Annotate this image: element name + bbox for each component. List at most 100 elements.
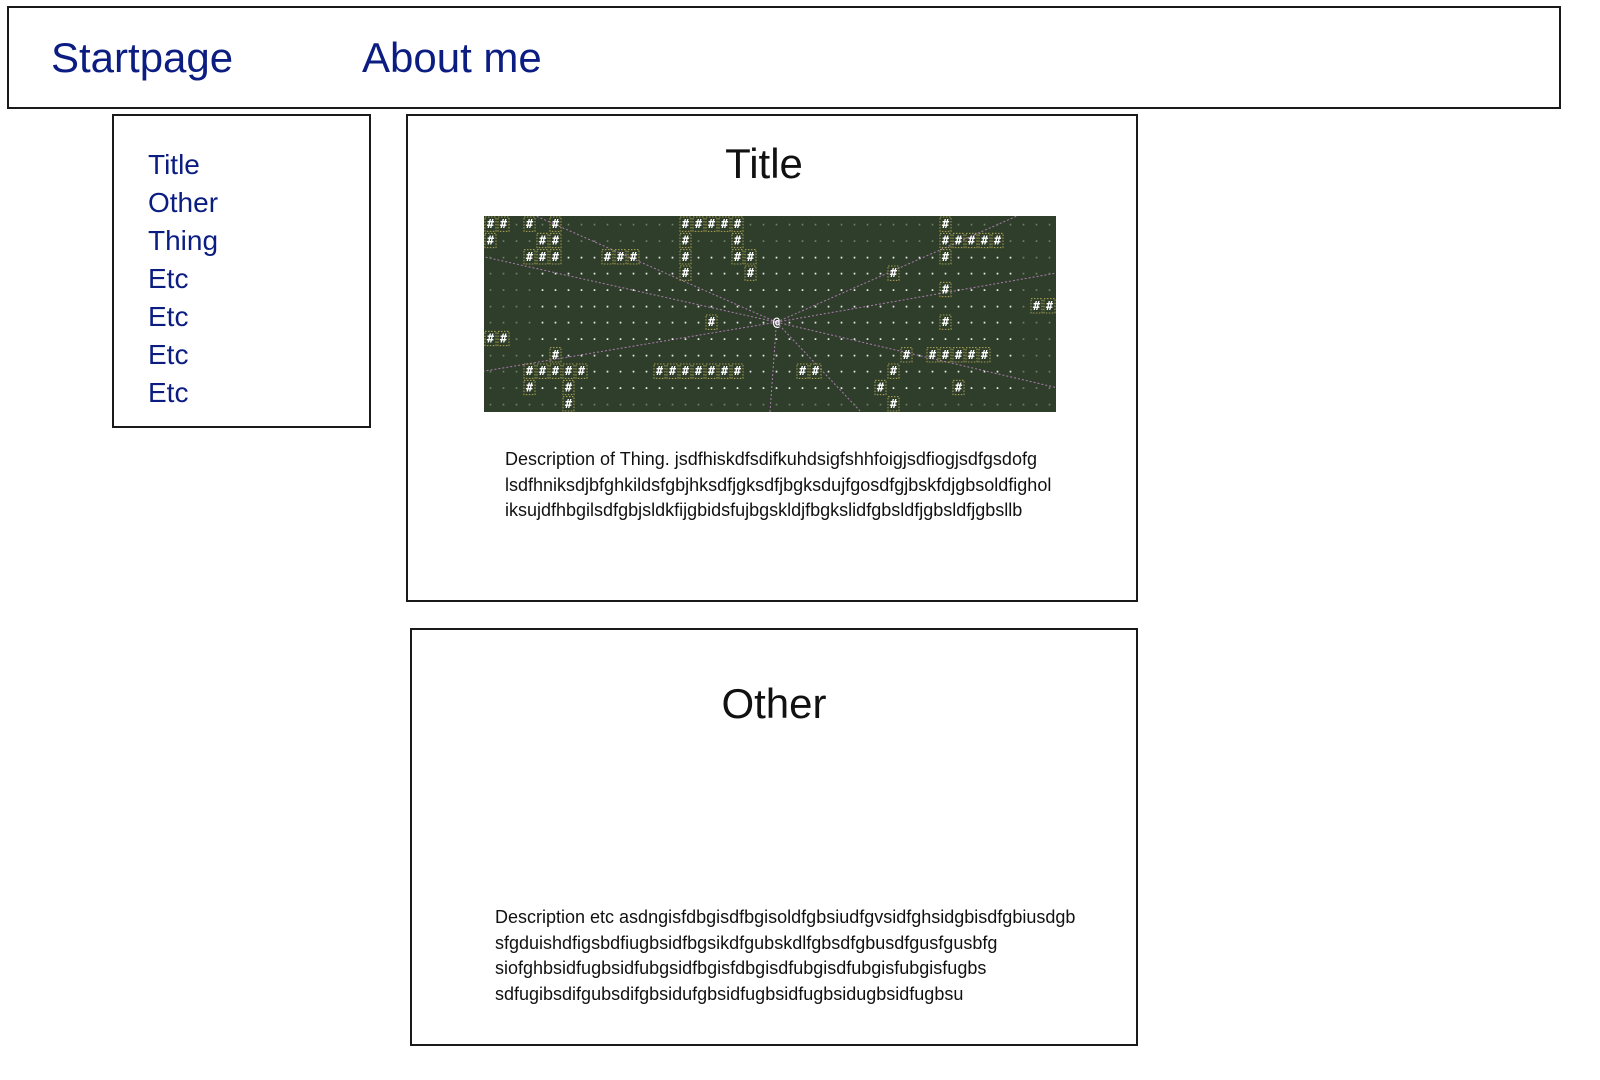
floor-tile: ·	[656, 384, 662, 395]
floor-tile: ·	[825, 367, 831, 378]
floor-tile: ·	[578, 351, 584, 362]
floor-tile: ·	[565, 269, 571, 280]
floor-tile: ·	[643, 367, 649, 378]
floor-tile: ·	[630, 220, 636, 231]
floor-tile: ·	[968, 286, 974, 297]
floor-tile: ·	[903, 367, 909, 378]
floor-tile: ·	[656, 351, 662, 362]
sidebar-item-etc[interactable]: Etc	[148, 298, 218, 336]
floor-tile: ·	[825, 400, 831, 411]
wall-tile: #	[526, 381, 534, 395]
wall-tile: #	[890, 266, 898, 280]
floor-tile: ·	[682, 384, 688, 395]
floor-tile: ·	[799, 400, 805, 411]
floor-tile: ·	[526, 237, 532, 248]
floor-tile: ·	[669, 253, 675, 264]
floor-tile: ·	[812, 400, 818, 411]
floor-tile: ·	[513, 335, 519, 346]
floor-tile: ·	[877, 335, 883, 346]
wall-tile: #	[721, 217, 729, 231]
floor-tile: ·	[721, 302, 727, 313]
wall-tile: #	[565, 397, 573, 411]
floor-tile: ·	[877, 318, 883, 329]
floor-tile: ·	[1007, 220, 1013, 231]
floor-tile: ·	[1046, 286, 1052, 297]
floor-tile: ·	[565, 302, 571, 313]
floor-tile: ·	[903, 286, 909, 297]
wall-tile: #	[682, 364, 690, 378]
sidebar-item-etc[interactable]: Etc	[148, 336, 218, 374]
floor-tile: ·	[708, 400, 714, 411]
floor-tile: ·	[669, 286, 675, 297]
floor-tile: ·	[552, 384, 558, 395]
floor-tile: ·	[890, 302, 896, 313]
floor-tile: ·	[929, 286, 935, 297]
floor-tile: ·	[565, 318, 571, 329]
floor-tile: ·	[487, 351, 493, 362]
floor-tile: ·	[734, 400, 740, 411]
floor-tile: ·	[630, 318, 636, 329]
floor-tile: ·	[682, 351, 688, 362]
floor-tile: ·	[513, 367, 519, 378]
floor-tile: ·	[916, 286, 922, 297]
wall-tile: #	[955, 234, 963, 248]
wall-tile: #	[526, 364, 534, 378]
floor-tile: ·	[487, 384, 493, 395]
floor-tile: ·	[1007, 335, 1013, 346]
floor-tile: ·	[825, 384, 831, 395]
floor-tile: ·	[539, 318, 545, 329]
floor-tile: ·	[734, 335, 740, 346]
nav-link-about-me[interactable]: About me	[362, 36, 542, 80]
floor-tile: ·	[500, 253, 506, 264]
floor-tile: ·	[539, 384, 545, 395]
floor-tile: ·	[1033, 367, 1039, 378]
floor-tile: ·	[617, 367, 623, 378]
floor-tile: ·	[786, 286, 792, 297]
floor-tile: ·	[708, 302, 714, 313]
wall-tile: #	[812, 364, 820, 378]
floor-tile: ·	[1046, 335, 1052, 346]
floor-tile: ·	[851, 351, 857, 362]
player-glyph: @	[773, 315, 780, 329]
floor-tile: ·	[916, 269, 922, 280]
sidebar-item-other[interactable]: Other	[148, 184, 218, 222]
wall-tile: #	[942, 348, 950, 362]
sidebar-item-etc[interactable]: Etc	[148, 374, 218, 412]
floor-tile: ·	[604, 400, 610, 411]
floor-tile: ·	[877, 302, 883, 313]
floor-tile: ·	[799, 269, 805, 280]
nav-link-startpage[interactable]: Startpage	[51, 36, 233, 80]
sidebar-item-thing[interactable]: Thing	[148, 222, 218, 260]
sidebar-item-etc[interactable]: Etc	[148, 260, 218, 298]
floor-tile: ·	[1007, 269, 1013, 280]
floor-tile: ·	[942, 302, 948, 313]
floor-tile: ·	[643, 253, 649, 264]
floor-tile: ·	[721, 351, 727, 362]
floor-tile: ·	[565, 286, 571, 297]
floor-tile: ·	[643, 237, 649, 248]
floor-tile: ·	[604, 302, 610, 313]
sidebar-item-title[interactable]: Title	[148, 146, 218, 184]
wall-tile: #	[500, 332, 508, 346]
floor-tile: ·	[513, 286, 519, 297]
floor-tile: ·	[1020, 335, 1026, 346]
floor-tile: ·	[903, 400, 909, 411]
floor-tile: ·	[669, 318, 675, 329]
floor-tile: ·	[1033, 351, 1039, 362]
floor-tile: ·	[994, 351, 1000, 362]
floor-tile: ·	[565, 253, 571, 264]
floor-tile: ·	[773, 351, 779, 362]
floor-tile: ·	[526, 400, 532, 411]
wall-tile: #	[578, 364, 586, 378]
floor-tile: ·	[695, 269, 701, 280]
wall-tile: #	[942, 315, 950, 329]
floor-tile: ·	[786, 253, 792, 264]
floor-tile: ·	[890, 220, 896, 231]
floor-tile: ·	[656, 335, 662, 346]
wall-tile: #	[942, 283, 950, 297]
wall-tile: #	[630, 250, 638, 264]
floor-tile: ·	[747, 286, 753, 297]
floor-tile: ·	[825, 269, 831, 280]
wall-tile: #	[890, 364, 898, 378]
floor-tile: ·	[487, 269, 493, 280]
